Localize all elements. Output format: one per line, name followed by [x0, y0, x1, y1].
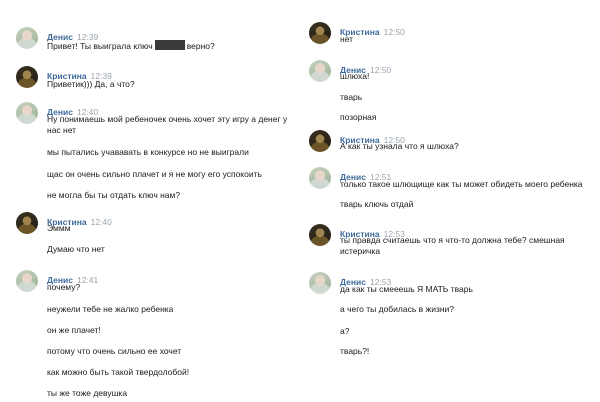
- message-text: Эммм: [47, 223, 71, 233]
- avatar[interactable]: [16, 212, 38, 234]
- message-text: шлюха!: [340, 71, 370, 81]
- message-text: тварь?!: [340, 346, 370, 356]
- message-header: Денис 12:41: [47, 270, 98, 285]
- message-time: 12:50: [369, 65, 392, 75]
- avatar[interactable]: [309, 22, 331, 44]
- message-header: Денис 12:51: [340, 167, 391, 182]
- message-text: не могла бы ты отдать ключ нам?: [47, 190, 181, 200]
- message-text: позорная: [340, 112, 377, 122]
- message-text: Привет! Ты выиграла ключ верно?: [47, 40, 215, 52]
- avatar[interactable]: [309, 167, 331, 189]
- message-text: нас нет: [47, 125, 77, 135]
- message-text: ты же тоже девушка: [47, 388, 128, 398]
- message-text: Думаю что нет: [47, 244, 105, 254]
- censor-bar: [154, 40, 185, 50]
- avatar[interactable]: [309, 272, 331, 294]
- avatar[interactable]: [16, 270, 38, 292]
- message-text: тварь ключь отдай: [340, 199, 414, 209]
- message-text: только такое шлющище как ты может обидет…: [340, 179, 583, 189]
- message-text: Приветик))) Да, а что?: [47, 79, 135, 89]
- message-header: Денис 12:40: [47, 102, 98, 117]
- message-time: 12:50: [383, 27, 405, 37]
- message-text: ты правда считаешь что я что-то должна т…: [340, 235, 565, 245]
- message-header: Денис 12:53: [340, 272, 391, 287]
- message-time: 12:40: [90, 217, 112, 227]
- message-text: нет: [340, 34, 354, 44]
- message-text: как можно быть такой твердолобой!: [47, 367, 190, 377]
- message-text-part: Привет! Ты выиграла ключ: [47, 41, 153, 51]
- message-text: потому что очень сильно ее хочет: [47, 346, 182, 356]
- message-header: Денис 12:39: [47, 27, 98, 42]
- avatar[interactable]: [309, 60, 331, 82]
- message-text: щас он очень сильно плачет и я не могу е…: [47, 169, 262, 179]
- message-text: почему?: [47, 282, 81, 292]
- message-text: истеричка: [340, 246, 381, 256]
- message-text: неужели тебе не жалко ребенка: [47, 304, 174, 314]
- message-header: Кристина 12:50: [340, 22, 405, 37]
- message-text: Ну понимаешь мой ребеночек очень хочет э…: [47, 114, 288, 124]
- avatar[interactable]: [16, 27, 38, 49]
- message-text: он же плачет!: [47, 325, 101, 335]
- avatar[interactable]: [309, 224, 331, 246]
- avatar[interactable]: [309, 130, 331, 152]
- message-text: а чего ты добилась в жизни?: [340, 304, 455, 314]
- message-text: да как ты смееешь Я МАТЬ тварь: [340, 284, 473, 294]
- message-text: мы пытались учававать в конкурсе но не в…: [47, 147, 249, 157]
- message-text: А как ты узнала что я шлюха?: [340, 141, 459, 151]
- message-text: а?: [340, 326, 350, 336]
- avatar[interactable]: [16, 66, 38, 88]
- avatar[interactable]: [16, 102, 38, 124]
- message-text: тварь: [340, 92, 363, 102]
- message-header: Кристина 12:39: [47, 66, 112, 81]
- message-text-part: верно?: [186, 41, 215, 51]
